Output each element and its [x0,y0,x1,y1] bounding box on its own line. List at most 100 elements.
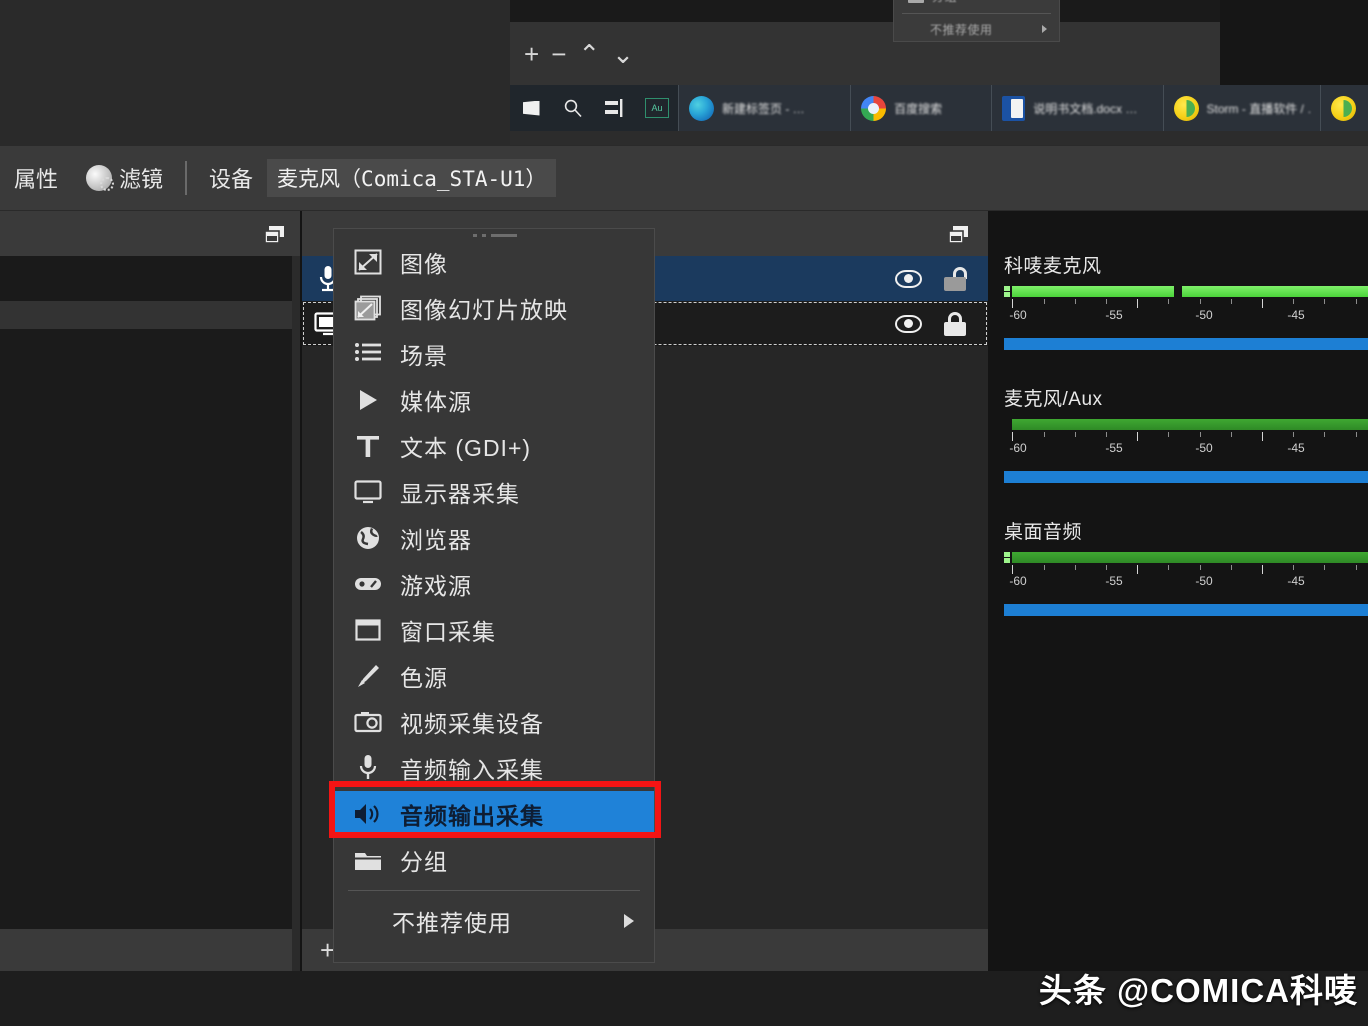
audition-icon[interactable]: Au [644,95,670,121]
task-view-icon[interactable] [602,95,628,121]
edge-icon [689,96,714,121]
menu-item-display-capture[interactable]: 显示器采集 [334,469,654,515]
tick-label: -60 [1009,308,1026,322]
submenu-arrow-icon [624,914,634,928]
volume-slider-fill [1004,604,1368,616]
scene-add-button[interactable]: + [524,41,539,67]
menu-item-label: 分组 [400,843,448,877]
level-bar-segment [1182,286,1368,297]
mixer-level-meter [1004,286,1368,298]
popout-icon[interactable] [264,225,286,250]
background-menu-fragment: 分组 不推荐使用 [893,0,1060,42]
popout-icon[interactable] [948,225,970,250]
menu-item-audio-output-capture[interactable]: 音频输出采集 [334,791,654,837]
tick-label: -55 [1105,308,1122,322]
menu-fragment-item-deprecated[interactable]: 不推荐使用 [894,16,1059,42]
taskbar-app-edge[interactable]: 新建标签页 - … [678,85,850,131]
folder-icon [352,844,384,876]
slideshow-icon [352,292,384,324]
speaker-icon [352,798,384,830]
taskbar-app-storm-2[interactable] [1320,85,1368,131]
storm-icon [1331,96,1356,121]
menu-item-image-slideshow[interactable]: 图像幻灯片放映 [334,285,654,331]
visibility-eye-icon[interactable] [895,315,922,333]
device-value[interactable]: 麦克风（Comica_STA-U1） [267,159,556,197]
tick-label: -50 [1195,441,1212,455]
search-icon[interactable] [560,95,586,121]
menu-item-label: 文本 (GDI+) [400,429,531,463]
menu-fragment-item-group[interactable]: 分组 [894,0,1059,9]
media-play-icon [352,384,384,416]
scenes-list-strip [0,256,292,301]
menu-item-audio-input-capture[interactable]: 音频输入采集 [334,745,654,791]
lock-closed-icon[interactable] [944,312,966,336]
taskbar-app-chrome[interactable]: 百度搜索 [850,85,991,131]
menu-fragment-group-label: 分组 [932,0,957,5]
menu-item-text-gdi[interactable]: 文本 (GDI+) [334,423,654,469]
mixer-tick-labels: -60 -55 -50 -45 [1004,441,1368,457]
menu-item-scene[interactable]: 场景 [334,331,654,377]
menu-item-browser[interactable]: 浏览器 [334,515,654,561]
mixer-tick-marks [1004,432,1368,441]
lock-open-icon[interactable] [944,267,966,291]
preview-canvas[interactable] [0,329,292,929]
taskbar-app-storm[interactable]: Storm - 直播软件 / … [1163,85,1320,131]
source-row-actions [895,312,980,336]
menu-separator [348,890,640,891]
taskbar-app-word-label: 说明书文档.docx … [1033,100,1137,117]
menu-item-label: 音频输出采集 [400,797,544,831]
mixer-tick-labels: -60 -55 -50 -45 [1004,574,1368,590]
menu-item-deprecated[interactable]: 不推荐使用 [334,898,654,944]
menu-item-group[interactable]: 分组 [334,837,654,883]
peak-indicator [1004,286,1010,291]
tick-label: -50 [1195,574,1212,588]
menu-item-media-source[interactable]: 媒体源 [334,377,654,423]
filters-button[interactable]: 滤镜 [72,156,177,200]
menu-item-window-capture[interactable]: 窗口采集 [334,607,654,653]
menu-item-color-source[interactable]: 色源 [334,653,654,699]
menu-item-label: 显示器采集 [400,475,520,509]
taskbar-app-storm-label: Storm - 直播软件 / … [1207,100,1310,117]
watermark: 头条 @COMICA科唛 [1039,964,1358,1012]
camera-icon [352,706,384,738]
tick-label: -45 [1287,441,1304,455]
scene-move-up-button[interactable]: ⌃ [578,41,600,67]
desktop-strip: + − ⌃ ⌄ 分组 不推荐使用 Au 新建标签页 - … [0,0,1368,145]
mixer-track-comica: 科唛麦克风 -60 -55 -50 -45 [1004,251,1368,350]
taskbar-app-word[interactable]: 说明书文档.docx … [991,85,1162,131]
submenu-arrow-icon [1042,25,1047,33]
desktop-left-fill [0,0,510,145]
filters-icon [86,165,112,191]
scene-move-down-button[interactable]: ⌄ [612,41,634,67]
tick-label: -50 [1195,308,1212,322]
taskbar-app-edge-label: 新建标签页 - … [722,100,805,117]
scenes-panel [0,211,300,971]
audio-mixer-panel: 科唛麦克风 -60 -55 -50 -45 麦克风/Aux [990,211,1368,971]
mixer-tick-marks [1004,565,1368,574]
gamepad-icon [352,568,384,600]
volume-slider[interactable] [1004,471,1368,483]
folder-icon [908,0,924,3]
visibility-eye-icon[interactable] [895,270,922,288]
level-bar-segment [1012,419,1368,430]
menu-item-label: 场景 [400,337,448,371]
menu-item-label: 图像幻灯片放映 [400,291,568,325]
volume-slider[interactable] [1004,604,1368,616]
mixer-tick-marks [1004,299,1368,308]
menu-item-image[interactable]: 图像 [334,239,654,285]
peak-indicator [1004,552,1010,557]
menu-item-label: 音频输入采集 [400,751,544,785]
desktop-black-bar [510,0,1220,22]
scene-remove-button[interactable]: − [551,41,566,67]
properties-button[interactable]: 属性 [0,156,72,200]
mixer-track-mic-aux: 麦克风/Aux -60 -55 -50 -45 [1004,384,1368,483]
filters-label: 滤镜 [119,162,163,194]
volume-slider[interactable] [1004,338,1368,350]
menu-item-video-capture-device[interactable]: 视频采集设备 [334,699,654,745]
menu-grip-handle[interactable] [334,231,656,239]
menu-item-game-capture[interactable]: 游戏源 [334,561,654,607]
mixer-track-desktop-audio: 桌面音频 -60 -55 -50 -45 [1004,517,1368,616]
start-icon[interactable] [518,95,544,121]
taskbar-app-chrome-label: 百度搜索 [894,100,942,117]
globe-icon [352,522,384,554]
